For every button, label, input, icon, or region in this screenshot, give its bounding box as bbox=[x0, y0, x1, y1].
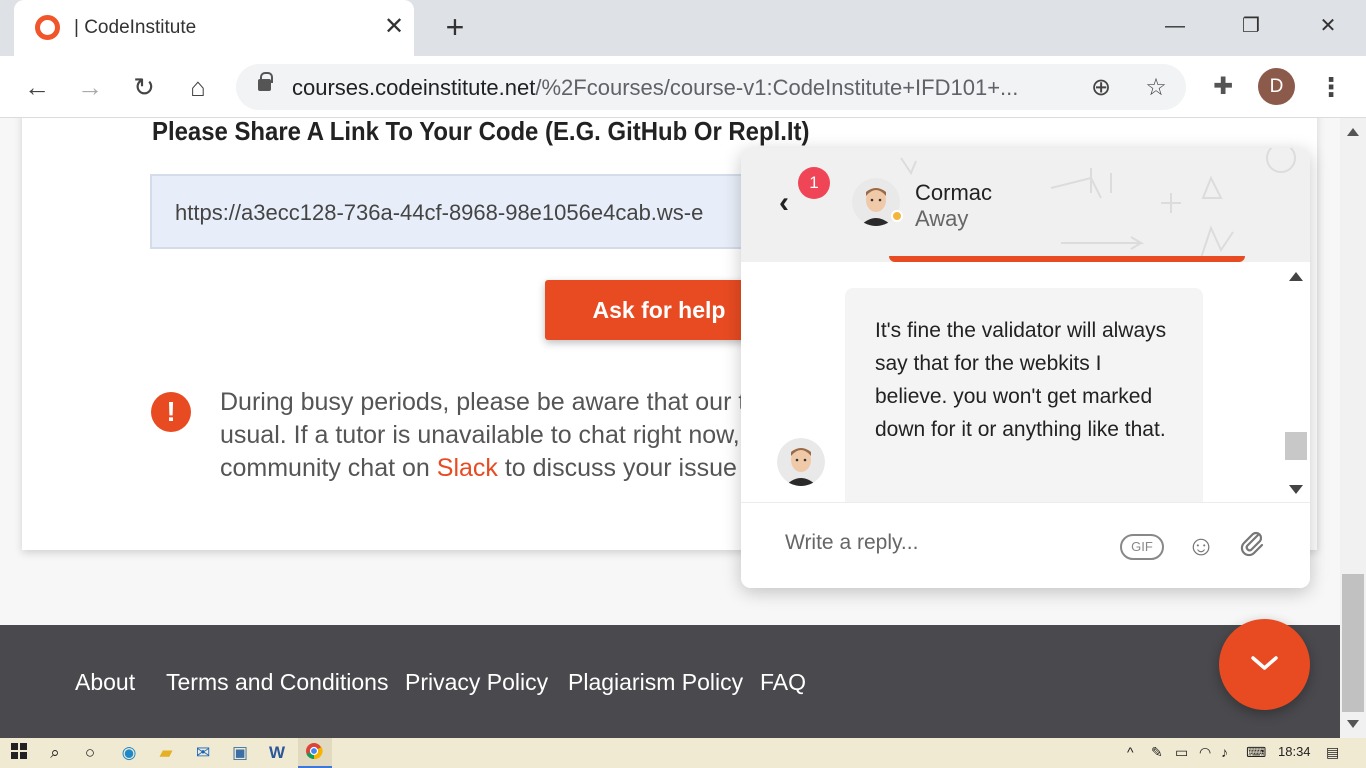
reply-input[interactable] bbox=[785, 531, 1085, 555]
scroll-up-arrow-icon[interactable] bbox=[1347, 128, 1359, 136]
word-icon[interactable]: W bbox=[266, 742, 288, 764]
volume-icon[interactable]: ♪ bbox=[1221, 744, 1228, 760]
chat-widget: ‹ 1 Cormac Away It's fine the validator … bbox=[741, 148, 1310, 588]
notifications-icon[interactable]: ▤ bbox=[1326, 744, 1339, 761]
away-status-dot bbox=[891, 210, 903, 222]
notice-line-3-end: to discuss your issue w bbox=[497, 454, 760, 482]
page-scrollbar[interactable] bbox=[1340, 118, 1366, 738]
home-icon[interactable]: ⌂ bbox=[181, 70, 215, 104]
file-explorer-icon[interactable]: ▰ bbox=[155, 742, 177, 764]
reply-composer: GIF ☺ bbox=[741, 502, 1310, 588]
notice-line-1: During busy periods, please be aware tha… bbox=[220, 388, 760, 416]
address-bar[interactable]: courses.codeinstitute.net/%2Fcourses/cou… bbox=[236, 64, 1186, 110]
message-agent-avatar bbox=[777, 438, 825, 486]
agent-message-bubble: It's fine the validator will always say … bbox=[845, 288, 1203, 502]
window-close-icon[interactable]: ✕ bbox=[1308, 8, 1348, 44]
minimize-chat-button[interactable] bbox=[1219, 619, 1310, 710]
code-link-input[interactable]: https://a3ecc128-736a-44cf-8968-98e1056e… bbox=[150, 174, 770, 249]
notice-line-2: usual. If a tutor is unavailable to chat… bbox=[220, 421, 760, 449]
tray-overflow-chevron-icon[interactable]: ^ bbox=[1127, 744, 1134, 760]
chat-scrollbar-thumb[interactable] bbox=[1285, 432, 1307, 460]
new-tab-plus-icon[interactable]: + bbox=[440, 11, 470, 43]
header-doodle-decoration bbox=[900, 148, 1296, 259]
footer-link-about[interactable]: About bbox=[75, 669, 135, 696]
wifi-icon[interactable]: ◠ bbox=[1199, 744, 1211, 761]
codeinstitute-favicon-icon bbox=[35, 15, 60, 40]
bookmark-star-icon[interactable]: ☆ bbox=[1141, 73, 1171, 103]
windows-start-icon[interactable] bbox=[8, 742, 30, 764]
browser-menu-icon[interactable]: ⋮ bbox=[1316, 70, 1346, 104]
url-host: courses.codeinstitute.net bbox=[292, 75, 536, 100]
ask-for-help-button[interactable]: Ask for help bbox=[545, 280, 773, 340]
keyboard-icon[interactable]: ⌨ bbox=[1246, 744, 1266, 761]
reload-icon[interactable]: ↻ bbox=[127, 70, 161, 104]
extensions-puzzle-icon[interactable]: ✚ bbox=[1208, 72, 1238, 102]
taskbar-clock[interactable]: 18:34 bbox=[1278, 744, 1311, 759]
chat-header: ‹ 1 Cormac Away bbox=[741, 148, 1310, 262]
tab-close-icon[interactable]: ✕ bbox=[380, 12, 408, 42]
mail-icon[interactable]: ✉ bbox=[192, 742, 214, 764]
zoom-icon[interactable]: ⊕ bbox=[1086, 73, 1116, 103]
unread-count-badge: 1 bbox=[798, 167, 830, 199]
browser-toolbar: ← → ↻ ⌂ courses.codeinstitute.net/%2Fcou… bbox=[0, 56, 1366, 118]
chat-scroll-down-icon[interactable] bbox=[1289, 485, 1303, 494]
footer-link-faq[interactable]: FAQ bbox=[760, 669, 806, 696]
minimize-icon[interactable]: — bbox=[1155, 8, 1195, 44]
back-arrow-icon[interactable]: ← bbox=[20, 70, 54, 104]
agent-status: Away bbox=[915, 206, 969, 231]
scrollbar-thumb[interactable] bbox=[1342, 574, 1364, 712]
restore-icon[interactable]: ❐ bbox=[1231, 8, 1271, 44]
attachment-paperclip-icon[interactable] bbox=[1237, 529, 1267, 563]
lock-icon bbox=[258, 72, 273, 91]
site-footer: About Terms and Conditions Privacy Polic… bbox=[0, 625, 1340, 738]
busy-period-notice: During busy periods, please be aware tha… bbox=[220, 386, 760, 496]
chat-message-list[interactable]: It's fine the validator will always say … bbox=[741, 262, 1310, 502]
battery-icon[interactable]: ▭ bbox=[1175, 744, 1188, 761]
url-text[interactable]: courses.codeinstitute.net/%2Fcourses/cou… bbox=[292, 75, 1072, 101]
control-panel-icon[interactable]: ▣ bbox=[229, 742, 251, 764]
browser-tab[interactable]: | CodeInstitute ✕ bbox=[14, 0, 414, 56]
chat-scroll-up-icon[interactable] bbox=[1289, 272, 1303, 281]
footer-link-privacy[interactable]: Privacy Policy bbox=[405, 669, 548, 696]
tab-title: | CodeInstitute bbox=[74, 17, 197, 38]
url-path: /%2Fcourses/course-v1:CodeInstitute+IFD1… bbox=[535, 75, 1019, 100]
edge-browser-icon[interactable]: ◉ bbox=[118, 742, 140, 764]
footer-link-plagiarism[interactable]: Plagiarism Policy bbox=[568, 669, 743, 696]
agent-name: Cormac bbox=[915, 180, 993, 205]
search-icon[interactable]: ⌕ bbox=[44, 742, 66, 764]
notice-line-3: community chat on Slack to discuss your … bbox=[220, 452, 760, 485]
task-view-icon[interactable]: ○ bbox=[79, 742, 101, 764]
forward-arrow-icon[interactable]: → bbox=[73, 70, 107, 104]
slack-link[interactable]: Slack bbox=[437, 454, 498, 482]
emoji-icon[interactable]: ☺ bbox=[1186, 531, 1216, 561]
profile-avatar[interactable]: D bbox=[1258, 68, 1295, 105]
windows-taskbar: ⌕ ○ ◉ ▰ ✉ ▣ W ^ ✎ ▭ ◠ ♪ ⌨ 18:34 ▤ bbox=[0, 738, 1366, 768]
question-heading: Please Share A Link To Your Code (E.G. G… bbox=[152, 118, 810, 146]
scroll-down-arrow-icon[interactable] bbox=[1347, 720, 1359, 728]
chevron-down-icon bbox=[1251, 656, 1278, 670]
footer-link-terms[interactable]: Terms and Conditions bbox=[166, 669, 388, 696]
gif-button[interactable]: GIF bbox=[1120, 534, 1164, 560]
chrome-icon[interactable] bbox=[303, 742, 325, 764]
pen-workspace-icon[interactable]: ✎ bbox=[1151, 744, 1163, 761]
notice-line-3-start: community chat on bbox=[220, 454, 437, 482]
browser-tab-strip: | CodeInstitute ✕ + — ❐ ✕ bbox=[0, 0, 1366, 56]
exclamation-alert-icon: ! bbox=[151, 392, 191, 432]
chat-scrollbar[interactable] bbox=[1284, 262, 1307, 502]
